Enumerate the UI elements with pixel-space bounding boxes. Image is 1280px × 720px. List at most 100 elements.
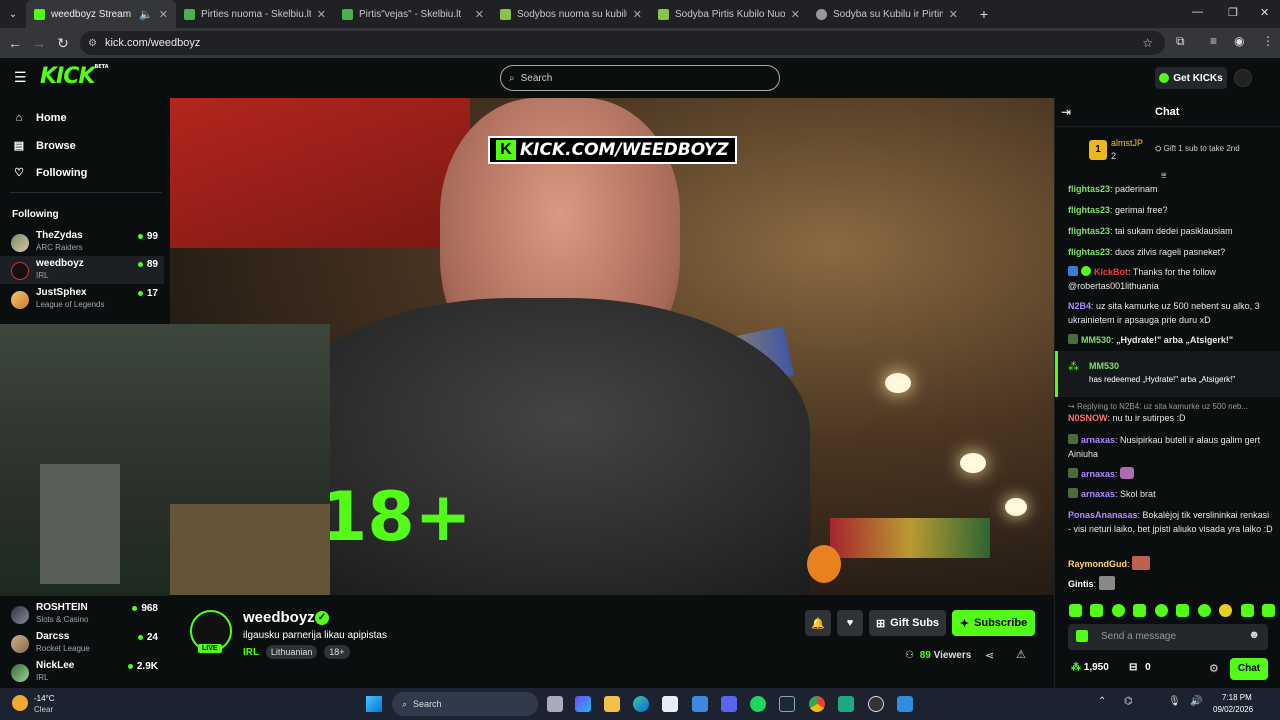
media-controls-icon[interactable]: ≡ <box>1210 34 1217 48</box>
hamburger-menu-icon[interactable]: ☰ <box>14 69 27 86</box>
nav-following[interactable]: ♡ Following <box>12 166 87 180</box>
tag-lithuanian[interactable]: Lithuanian <box>265 645 318 659</box>
browser-tab-1[interactable]: Pirties nuoma - Skelbiu.lt ✕ <box>176 0 334 28</box>
tag-18plus[interactable]: 18+ <box>324 645 350 659</box>
chat-username[interactable]: KickBot <box>1094 267 1128 277</box>
tray-chevron-icon[interactable]: ⌃ <box>1098 696 1106 707</box>
tab-list-chevron-icon[interactable]: ⌄ <box>0 2 26 26</box>
browser-tab-5[interactable]: Sodyba su Kubilu ir Pirtimi - Nu ✕ <box>808 0 966 28</box>
emote-icon[interactable] <box>1154 604 1168 617</box>
tab-audio-icon[interactable]: 🔈 <box>139 8 153 21</box>
emote-icon[interactable] <box>1261 604 1275 617</box>
weather-moon-icon[interactable] <box>12 695 28 711</box>
windows-start-icon[interactable] <box>366 696 382 712</box>
chat-input-emote-icon[interactable] <box>1076 630 1088 642</box>
copilot-icon[interactable] <box>575 696 591 712</box>
emote-icon[interactable] <box>1111 604 1125 617</box>
search-input[interactable]: ⌕ Search <box>500 65 780 91</box>
window-minimize-button[interactable]: — <box>1192 6 1203 18</box>
steam-icon[interactable] <box>779 696 795 712</box>
pinned-toggle-icon[interactable]: ⩸ <box>1161 170 1166 181</box>
category-link[interactable]: IRL <box>243 647 259 658</box>
mail-icon[interactable] <box>692 696 708 712</box>
tab-close-icon[interactable]: ✕ <box>791 8 800 21</box>
nav-home[interactable]: ⌂ Home <box>12 112 67 124</box>
chat-username[interactable]: flightas23 <box>1068 247 1110 257</box>
channel-name[interactable]: weedboyz <box>243 609 315 626</box>
chat-username[interactable]: N0SNOW <box>1068 413 1108 423</box>
chat-send-button[interactable]: Chat <box>1230 658 1268 680</box>
address-bar[interactable]: ⚙ kick.com/weedboyz ☆ <box>80 31 1165 55</box>
forward-arrow-icon[interactable]: → <box>27 31 51 55</box>
kicks-balance[interactable]: ⁂ 1,950 <box>1071 662 1109 673</box>
network-icon[interactable]: ⌬ <box>1124 696 1133 707</box>
subscribe-button[interactable]: ✦ Subscribe <box>952 610 1035 636</box>
spotify-icon[interactable] <box>750 696 766 712</box>
bag-counter[interactable]: ⊟ 0 <box>1129 662 1151 673</box>
chat-username[interactable]: flightas23 <box>1068 184 1110 194</box>
collapse-chat-icon[interactable]: ⇥ <box>1061 105 1071 119</box>
tab-close-icon[interactable]: ✕ <box>475 8 484 21</box>
extensions-icon[interactable]: ⧉ <box>1176 34 1185 49</box>
browser-tab-0[interactable]: weedboyz Stream - Watch l 🔈 ✕ <box>26 0 176 28</box>
emote-icon[interactable] <box>1219 604 1233 617</box>
tab-close-icon[interactable]: ✕ <box>633 8 642 21</box>
chat-username[interactable]: flightas23 <box>1068 226 1110 236</box>
user-avatar[interactable] <box>1234 69 1252 87</box>
browser-menu-icon[interactable]: ⋮ <box>1262 34 1274 48</box>
browser-tab-2[interactable]: Pirtis"vejas" - Skelbiu.lt ✕ <box>334 0 492 28</box>
chat-username[interactable]: RaymondGud <box>1068 559 1127 569</box>
reload-icon[interactable]: ↻ <box>51 31 75 55</box>
app-icon[interactable] <box>897 696 913 712</box>
redeem-user[interactable]: MM530 <box>1089 361 1119 371</box>
report-warning-icon[interactable]: ⚠ <box>1016 648 1026 661</box>
window-maximize-button[interactable]: ❐ <box>1228 6 1238 19</box>
obs-icon[interactable] <box>868 696 884 712</box>
back-arrow-icon[interactable]: ← <box>3 31 27 55</box>
sidebar-channel-darcss[interactable]: Darcss Rocket League 24 <box>0 629 170 657</box>
mic-icon[interactable]: 🎙 <box>1168 696 1181 707</box>
sidebar-channel-justsphex[interactable]: JustSphex League of Legends 17 <box>0 285 170 313</box>
window-close-button[interactable]: ✕ <box>1260 6 1269 19</box>
tab-close-icon[interactable]: ✕ <box>949 8 958 21</box>
edge-icon[interactable] <box>633 696 649 712</box>
notification-bell-button[interactable]: 🔔 <box>805 610 831 636</box>
taskbar-search[interactable]: ⌕ Search <box>392 692 538 716</box>
nav-browse[interactable]: ▤ Browse <box>12 139 76 153</box>
tab-close-icon[interactable]: ✕ <box>317 8 326 21</box>
file-explorer-icon[interactable] <box>604 696 620 712</box>
tab-close-icon[interactable]: ✕ <box>159 8 168 21</box>
chat-username[interactable]: arnaxas <box>1081 469 1115 479</box>
sidebar-channel-nicklee[interactable]: NickLee IRL 2.9K <box>0 658 170 686</box>
emoji-picker-icon[interactable]: ☻ <box>1248 629 1260 641</box>
emote-icon[interactable] <box>1197 604 1211 617</box>
chat-username[interactable]: N2B4 <box>1068 301 1091 311</box>
chrome-icon[interactable] <box>809 696 825 712</box>
browser-tab-3[interactable]: Sodybos nuoma su kubilu,džiak ✕ <box>492 0 650 28</box>
bookmark-star-icon[interactable]: ☆ <box>1142 36 1153 50</box>
site-info-icon[interactable]: ⚙ <box>88 38 97 49</box>
discord-icon[interactable] <box>721 696 737 712</box>
chat-username[interactable]: Gintis <box>1068 579 1094 589</box>
chat-username[interactable]: arnaxas <box>1081 435 1115 445</box>
sidebar-channel-roshtein[interactable]: ROSHTEIN Slots & Casino 968 <box>0 600 170 628</box>
emote-icon[interactable] <box>1090 604 1104 617</box>
app-icon[interactable] <box>838 696 854 712</box>
share-icon[interactable]: ⋖ <box>985 649 994 662</box>
store-icon[interactable] <box>662 696 678 712</box>
emote-icon[interactable] <box>1176 604 1190 617</box>
chat-settings-gear-icon[interactable]: ⚙ <box>1209 662 1219 675</box>
chat-username[interactable]: PonasAnanasas <box>1068 510 1138 520</box>
chat-username[interactable]: MM530 <box>1081 335 1111 345</box>
new-tab-plus-icon[interactable]: + <box>972 2 996 26</box>
chat-username[interactable]: arnaxas <box>1081 489 1115 499</box>
chat-username[interactable]: flightas23 <box>1068 205 1110 215</box>
emote-icon[interactable] <box>1069 604 1082 617</box>
get-kicks-button[interactable]: Get KICKs <box>1155 67 1227 89</box>
volume-icon[interactable]: 🔊 <box>1190 696 1202 707</box>
follow-heart-button[interactable]: ♥ <box>837 610 863 636</box>
sidebar-channel-weedboyz[interactable]: weedboyz IRL 89 <box>0 256 164 284</box>
browser-tab-4[interactable]: Sodyba Pirtis Kubilo Nuoma so ✕ <box>650 0 808 28</box>
task-view-icon[interactable] <box>547 696 563 712</box>
gift-subs-button[interactable]: ⊞ Gift Subs <box>869 610 946 636</box>
